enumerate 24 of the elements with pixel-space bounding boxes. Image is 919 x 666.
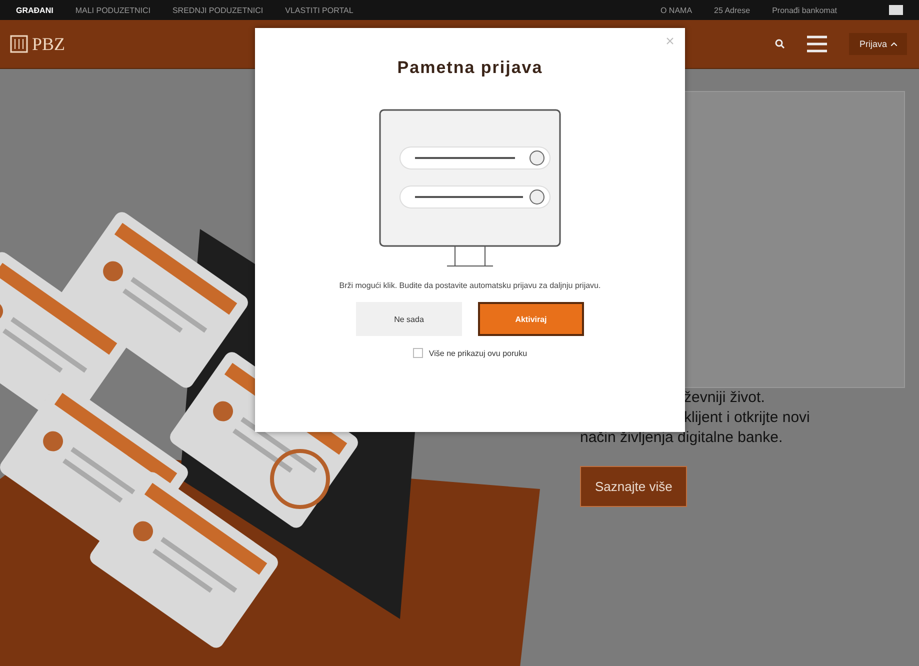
dialog-title: Pametna prijava <box>397 58 543 78</box>
top-nav-link[interactable]: GRAĐANI <box>16 6 54 14</box>
flag-icon[interactable] <box>889 5 903 15</box>
top-nav-link[interactable]: SREDNJI PODUZETNICI <box>172 6 264 14</box>
top-nav-link[interactable]: VLASTITI PORTAL <box>285 6 354 14</box>
dismiss-button[interactable]: Ne sada <box>356 302 462 336</box>
checkbox[interactable] <box>412 348 423 358</box>
hero-text: način življenja digitalne banke. <box>580 428 784 448</box>
hero-text: ževniji život. <box>683 388 766 408</box>
hero-text: klijent i otkrijte novi <box>683 408 811 428</box>
top-link[interactable]: O NAMA <box>660 6 692 14</box>
login-button[interactable]: Prijava <box>849 33 907 55</box>
search-icon[interactable] <box>775 39 786 49</box>
caret-icon <box>891 42 897 46</box>
logo-text[interactable]: PBZ <box>32 34 66 54</box>
checkbox-label[interactable]: Više ne prikazuj ovu poruku <box>428 348 528 358</box>
top-nav-link[interactable]: MALI PODUZETNICI <box>75 6 150 14</box>
top-link[interactable]: 25 Adrese <box>714 6 750 14</box>
top-link[interactable]: Pronađi bankomat <box>772 6 837 14</box>
close-icon[interactable] <box>665 36 675 46</box>
logo-icon <box>10 35 28 53</box>
dialog-message: Brži mogući klik. Budite da postavite automatsku prijavu za daljnju prijavu. <box>339 280 601 292</box>
menu-icon[interactable] <box>807 35 828 53</box>
learn-more-button[interactable]: Saznajte više <box>580 466 688 507</box>
